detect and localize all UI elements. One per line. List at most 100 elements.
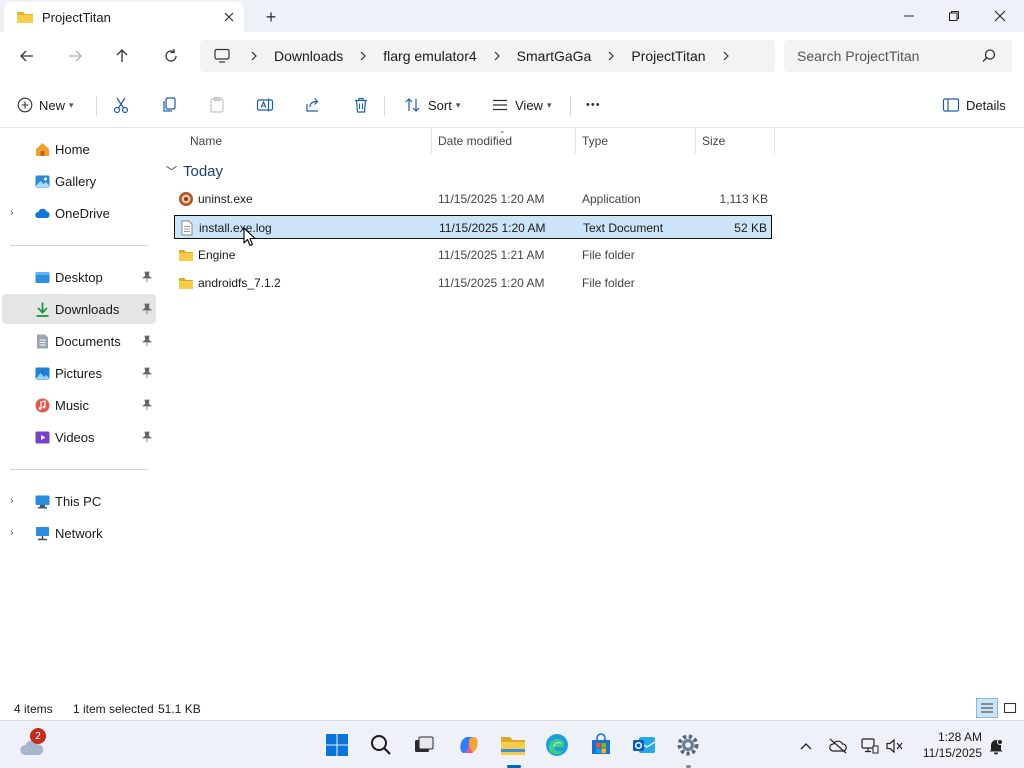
back-button[interactable]: [11, 42, 43, 70]
onedrive-tray-button[interactable]: [827, 735, 849, 757]
breadcrumb-item-flarg-emulator4[interactable]: flarg emulator4: [373, 48, 486, 64]
column-header-name[interactable]: Name: [190, 128, 222, 154]
up-button[interactable]: [106, 42, 138, 70]
file-type: Application: [582, 192, 641, 206]
breadcrumb-item-projecttitan[interactable]: ProjectTitan: [621, 48, 715, 64]
music-icon: [35, 398, 50, 412]
chevron-right-icon[interactable]: [487, 51, 507, 61]
cut-button[interactable]: [112, 91, 130, 119]
microsoft-store-button[interactable]: [587, 731, 615, 759]
pin-icon[interactable]: [141, 335, 153, 347]
paste-button[interactable]: [208, 91, 226, 119]
details-view-icon: [981, 703, 993, 713]
rename-button[interactable]: [256, 91, 274, 119]
column-divider[interactable]: [695, 128, 696, 154]
column-divider[interactable]: [774, 128, 775, 154]
chevron-right-icon[interactable]: ›: [10, 207, 14, 219]
column-header-size[interactable]: Size: [702, 128, 725, 154]
download-icon: [36, 302, 49, 317]
start-button[interactable]: [323, 731, 351, 759]
details-view-button[interactable]: [976, 698, 998, 718]
tab-close-icon[interactable]: [214, 2, 244, 32]
column-header-type[interactable]: Type: [582, 128, 608, 154]
sidebar-item-onedrive[interactable]: › OneDrive: [2, 198, 156, 228]
new-button[interactable]: New ▾: [17, 91, 74, 119]
file-row[interactable]: uninst.exe 11/15/2025 1:20 AM Applicatio…: [174, 187, 772, 211]
breadcrumb-item-downloads[interactable]: Downloads: [264, 48, 353, 64]
sidebar-item-documents[interactable]: Documents: [2, 326, 156, 356]
view-button[interactable]: View ▾: [491, 91, 551, 119]
breadcrumb-item-smartgaga[interactable]: SmartGaGa: [507, 48, 602, 64]
chevron-right-icon[interactable]: [244, 51, 264, 61]
pin-icon[interactable]: [141, 399, 153, 411]
sidebar-item-this-pc[interactable]: › This PC: [2, 486, 156, 516]
tab-projecttitan[interactable]: ProjectTitan: [4, 2, 244, 32]
sidebar-item-videos[interactable]: Videos: [2, 422, 156, 452]
new-label: New: [39, 97, 66, 113]
forward-button[interactable]: [59, 42, 91, 70]
arrow-left-icon: [20, 50, 33, 62]
sidebar-item-desktop[interactable]: Desktop: [2, 262, 156, 292]
maximize-button[interactable]: [931, 0, 977, 32]
sort-label: Sort: [428, 97, 452, 113]
refresh-button[interactable]: [155, 42, 187, 70]
file-row[interactable]: Engine 11/15/2025 1:21 AM File folder: [174, 243, 772, 267]
pin-icon[interactable]: [141, 303, 153, 315]
task-view-button[interactable]: [410, 731, 438, 759]
column-divider[interactable]: [575, 128, 576, 154]
outlook-button[interactable]: [630, 731, 658, 759]
share-button[interactable]: [304, 91, 322, 119]
tiles-view-button[interactable]: [999, 698, 1021, 718]
group-header-today[interactable]: ﹀ Today: [166, 160, 223, 182]
pc-icon[interactable]: [200, 48, 244, 64]
search-box[interactable]: [784, 40, 1012, 72]
more-options-button[interactable]: •••: [586, 91, 601, 119]
chevron-right-icon[interactable]: [353, 51, 373, 61]
title-bar: ProjectTitan +: [0, 0, 1024, 32]
new-tab-button[interactable]: +: [258, 4, 284, 30]
cloud-off-icon: [829, 738, 847, 754]
clock[interactable]: 1:28 AM 11/15/2025: [912, 729, 982, 761]
column-divider[interactable]: [431, 128, 432, 154]
network-tray-button[interactable]: [859, 735, 881, 757]
sidebar-item-home[interactable]: Home: [2, 134, 156, 164]
file-explorer-taskbar-button[interactable]: [499, 731, 527, 759]
minimize-button[interactable]: [886, 0, 932, 32]
copilot-button[interactable]: [455, 731, 483, 759]
breadcrumb[interactable]: Downloads flarg emulator4 SmartGaGa Proj…: [200, 40, 775, 72]
search-icon: [371, 735, 391, 755]
search-taskbar-button[interactable]: [367, 731, 395, 759]
pin-icon[interactable]: [141, 367, 153, 379]
notification-center-button[interactable]: [985, 735, 1007, 757]
sidebar-item-network[interactable]: › Network: [2, 518, 156, 548]
sort-button[interactable]: Sort ▾: [404, 91, 460, 119]
close-window-button[interactable]: [977, 0, 1023, 32]
chevron-right-icon[interactable]: ›: [10, 495, 14, 507]
column-header-date-modified[interactable]: Date modified: [438, 128, 512, 154]
folder-icon: [17, 12, 33, 23]
clipboard-icon: [210, 96, 224, 113]
chevron-right-icon[interactable]: ›: [10, 527, 14, 539]
view-list-icon: [493, 99, 507, 111]
chevron-right-icon[interactable]: [601, 51, 621, 61]
cloud-icon: [35, 208, 50, 218]
details-button[interactable]: Details: [942, 91, 1006, 119]
volume-tray-button[interactable]: [884, 735, 906, 757]
pin-icon[interactable]: [141, 431, 153, 443]
delete-button[interactable]: [352, 91, 370, 119]
sidebar-item-music[interactable]: Music: [2, 390, 156, 420]
edge-button[interactable]: [543, 731, 571, 759]
show-hidden-icons-button[interactable]: [795, 735, 817, 757]
copy-button[interactable]: [160, 91, 178, 119]
file-row-selected[interactable]: install.exe.log 11/15/2025 1:20 AM Text …: [174, 215, 772, 239]
home-icon: [36, 142, 49, 156]
search-icon[interactable]: [979, 46, 999, 66]
sidebar-item-downloads[interactable]: Downloads: [2, 294, 156, 324]
sidebar-item-gallery[interactable]: Gallery: [2, 166, 156, 196]
settings-button[interactable]: [674, 731, 702, 759]
chevron-right-icon[interactable]: [716, 51, 736, 61]
sidebar-item-pictures[interactable]: Pictures: [2, 358, 156, 388]
file-row[interactable]: androidfs_7.1.2 11/15/2025 1:20 AM File …: [174, 271, 772, 295]
pin-icon[interactable]: [141, 271, 153, 283]
search-input[interactable]: [797, 48, 977, 64]
